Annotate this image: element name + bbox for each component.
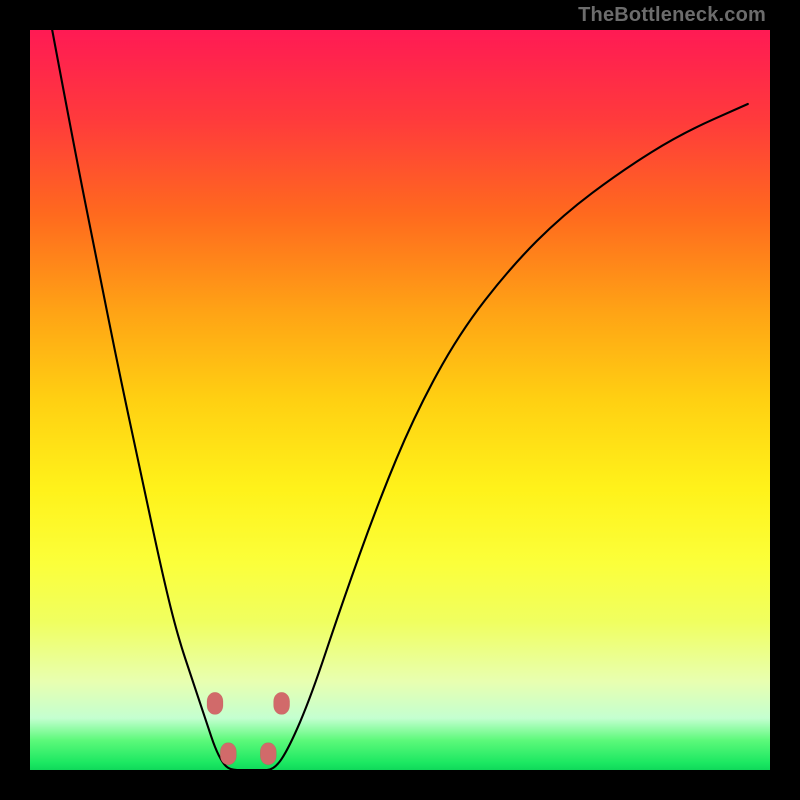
bead-markers [207, 692, 290, 764]
bead-right-lower [260, 743, 276, 765]
bottleneck-curve [52, 30, 748, 770]
watermark-text: TheBottleneck.com [578, 4, 766, 27]
bead-right-upper [274, 692, 290, 714]
bead-left-lower [220, 743, 236, 765]
curve-layer [30, 30, 770, 770]
bead-left-upper [207, 692, 223, 714]
plot-frame [30, 30, 770, 770]
